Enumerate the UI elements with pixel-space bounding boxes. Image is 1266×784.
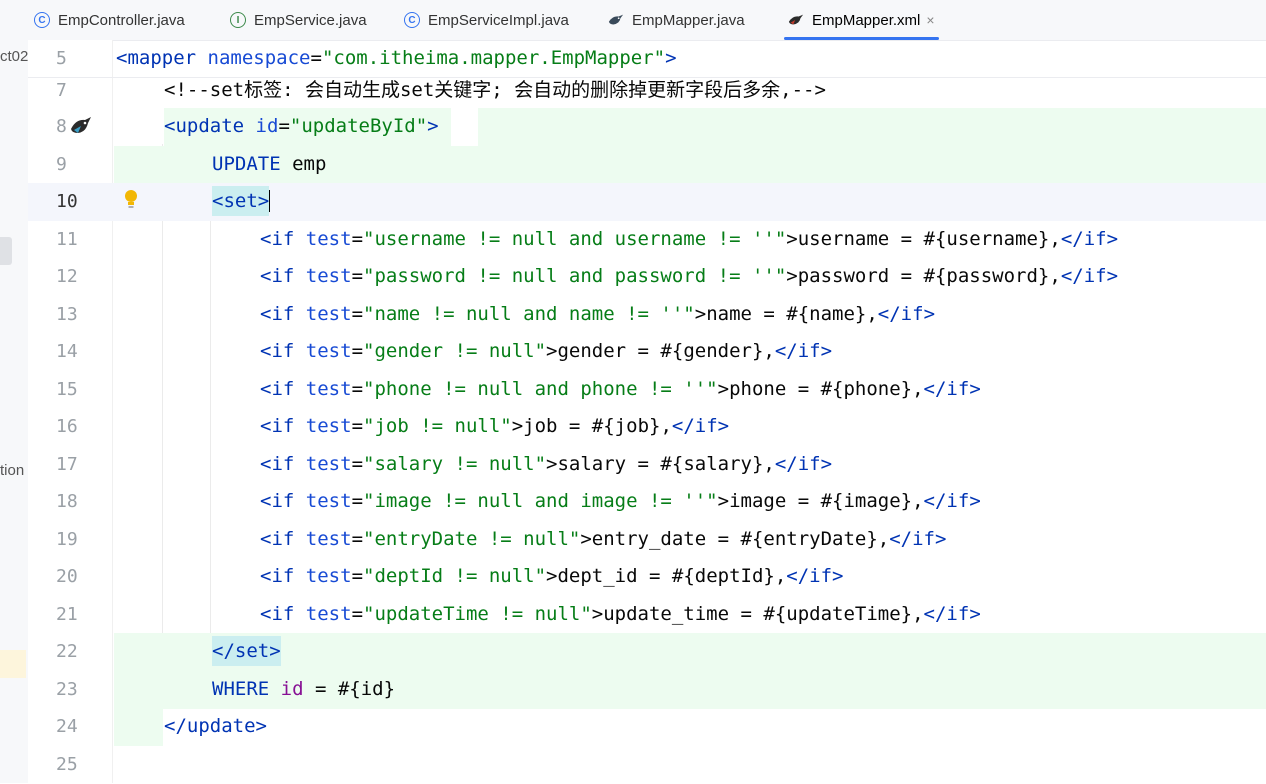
tab-label: EmpService.java [254, 11, 367, 29]
line-number: 13 [56, 304, 78, 325]
tab-empservice-java[interactable]: I EmpService.java [230, 0, 367, 40]
code-text: <update id="updateById"> [164, 115, 439, 137]
code-line[interactable]: 17 <if test="salary != null">salary = #{… [28, 446, 1266, 484]
code-line[interactable]: 24 </update> [28, 708, 1266, 746]
code-line[interactable]: 12 <if test="password != null and passwo… [28, 258, 1266, 296]
line-number: 19 [56, 529, 78, 550]
code-line[interactable]: 19 <if test="entryDate != null">entry_da… [28, 521, 1266, 559]
mybatis-navigate-icon[interactable] [70, 116, 92, 136]
code-text: WHERE id = #{id} [212, 678, 396, 700]
tab-label: EmpController.java [58, 11, 185, 29]
line-number: 21 [56, 604, 78, 625]
line-number: 7 [56, 80, 67, 101]
code-line[interactable]: 22 </set> [28, 633, 1266, 671]
line-number: 9 [56, 154, 67, 175]
code-text: <if test="job != null">job = #{job},</if… [260, 415, 730, 437]
code-line[interactable]: 16 <if test="job != null">job = #{job},<… [28, 408, 1266, 446]
line-number: 12 [56, 266, 78, 287]
java-class-icon: C [404, 12, 420, 28]
code-text: <if test="updateTime != null">update_tim… [260, 603, 981, 625]
code-text: <if test="password != null and password … [260, 265, 1119, 287]
code-line[interactable]: 25 [28, 746, 1266, 784]
mybatis-bird-icon [608, 12, 624, 28]
tab-label: EmpMapper.xml [812, 11, 921, 29]
code-text: <if test="salary != null">salary = #{sal… [260, 453, 833, 475]
tab-empcontroller-java[interactable]: C EmpController.java [34, 0, 185, 40]
code-line[interactable]: 11 <if test="username != null and userna… [28, 221, 1266, 259]
code-line[interactable]: 7 <!--set标签: 会自动生成set关键字; 会自动的删除掉更新字段后多余… [28, 72, 1266, 110]
tab-empserviceimpl-java[interactable]: C EmpServiceImpl.java [404, 0, 569, 40]
project-name-fragment[interactable]: ct02 [0, 48, 28, 65]
code-line[interactable]: 18 <if test="image != null and image != … [28, 483, 1266, 521]
code-text: <set> [116, 183, 271, 221]
line-number: 23 [56, 679, 78, 700]
panel-selection-marker [0, 237, 12, 265]
java-interface-icon: I [230, 12, 246, 28]
close-icon[interactable]: × [926, 12, 934, 28]
code-text: <if test="image != null and image != ''"… [260, 490, 981, 512]
code-text: <if test="gender != null">gender = #{gen… [260, 340, 833, 362]
panel-highlight-marker [0, 650, 26, 678]
code-text: </update> [164, 715, 267, 737]
line-number: 24 [56, 716, 78, 737]
added-highlight [478, 108, 1266, 146]
line-number: 22 [56, 641, 78, 662]
mybatis-bird-icon [788, 12, 804, 28]
added-highlight [114, 633, 1266, 671]
line-number: 10 [56, 191, 78, 212]
code-line[interactable]: 9 UPDATE emp [28, 146, 1266, 184]
line-number: 16 [56, 416, 78, 437]
code-text: UPDATE emp [212, 153, 327, 175]
tab-label: EmpServiceImpl.java [428, 11, 569, 29]
line-number: 18 [56, 491, 78, 512]
code-line[interactable]: 15 <if test="phone != null and phone != … [28, 371, 1266, 409]
code-line[interactable]: 13 <if test="name != null and name != ''… [28, 296, 1266, 334]
code-text: <if test="name != null and name != ''">n… [260, 303, 936, 325]
code-line[interactable]: 14 <if test="gender != null">gender = #{… [28, 333, 1266, 371]
line-number: 15 [56, 379, 78, 400]
editor-tab-bar: C EmpController.java I EmpService.java C… [28, 0, 1266, 41]
line-number: 11 [56, 229, 78, 250]
tab-empmapper-xml[interactable]: EmpMapper.xml × [784, 0, 939, 40]
code-line[interactable]: 21 <if test="updateTime != null">update_… [28, 596, 1266, 634]
code-text: <if test="phone != null and phone != ''"… [260, 378, 981, 400]
code-text: <if test="deptId != null">dept_id = #{de… [260, 565, 844, 587]
code-text: </set> [116, 633, 281, 671]
code-line[interactable]: 8 <update id="updateById"> [28, 108, 1266, 146]
line-number: 14 [56, 341, 78, 362]
line-number: 17 [56, 454, 78, 475]
line-number: 20 [56, 566, 78, 587]
code-text: <if test="entryDate != null">entry_date … [260, 528, 947, 550]
code-line-current[interactable]: 10 <set> [28, 183, 1266, 221]
tab-label: EmpMapper.java [632, 11, 745, 29]
code-line[interactable]: 23 WHERE id = #{id} [28, 671, 1266, 709]
project-panel-strip: ct02 tion [0, 0, 29, 783]
tab-empmapper-java[interactable]: EmpMapper.java [608, 0, 745, 40]
line-number: 25 [56, 754, 78, 775]
code-line[interactable]: 20 <if test="deptId != null">dept_id = #… [28, 558, 1266, 596]
java-class-icon: C [34, 12, 50, 28]
tree-item-fragment[interactable]: tion [0, 462, 24, 479]
code-comment: <!--set标签: 会自动生成set关键字; 会自动的删除掉更新字段后多余,-… [164, 79, 826, 101]
code-text: <if test="username != null and username … [260, 228, 1119, 250]
